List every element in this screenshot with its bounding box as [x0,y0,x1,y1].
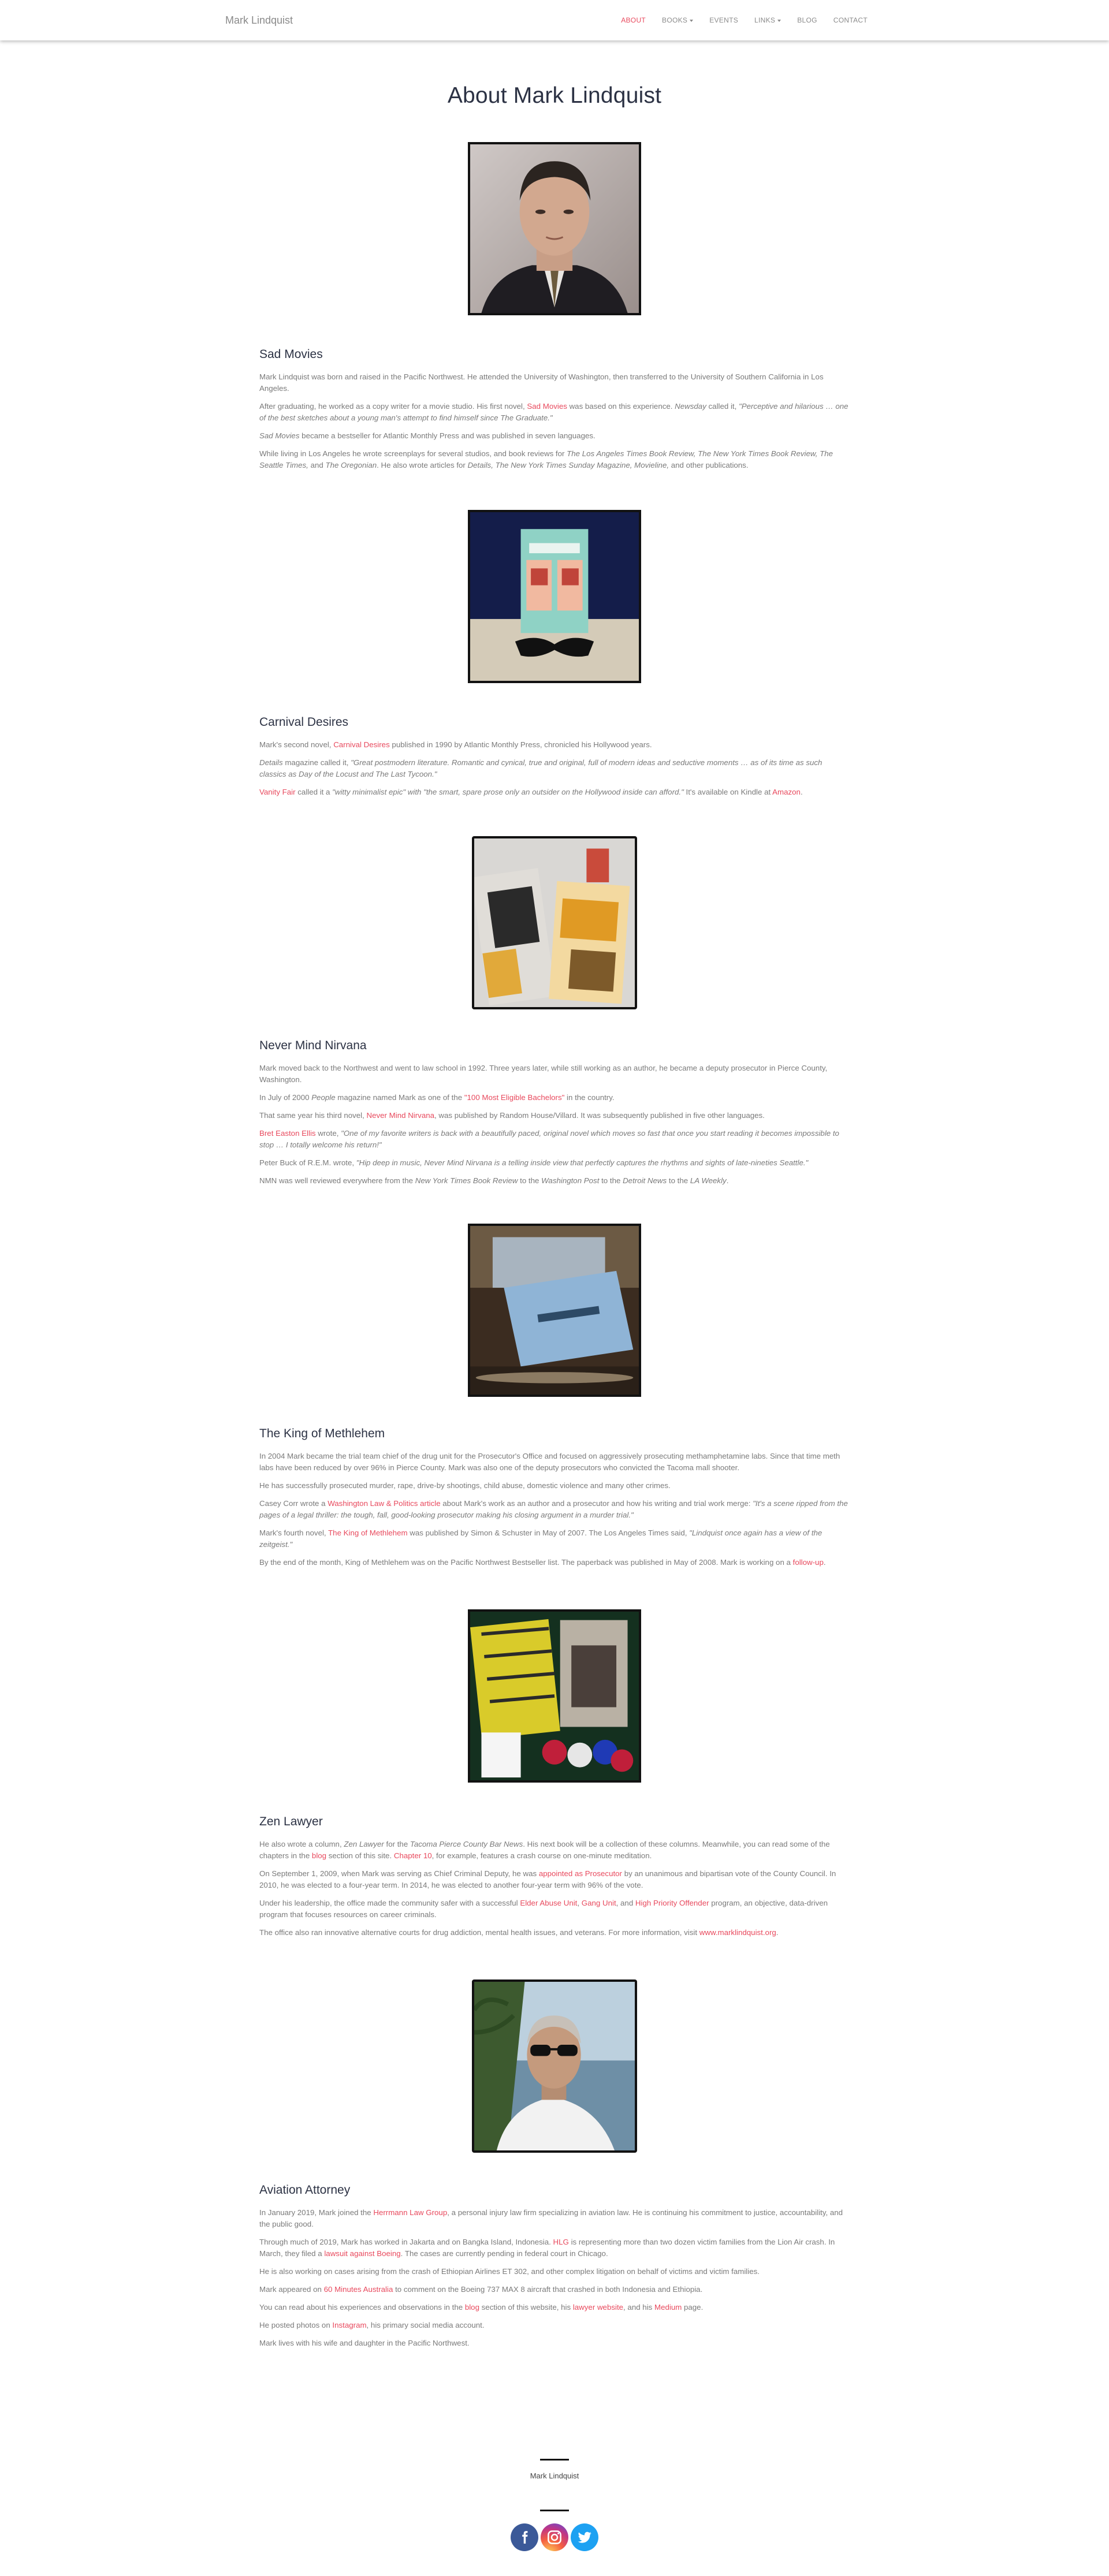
footer-divider [540,2510,569,2511]
paragraph: Mark lives with his wife and daughter in… [259,2338,470,2347]
sunglasses-portrait-photo [472,1979,637,2153]
instagram-icon[interactable] [541,2523,568,2551]
lawsuit-against-boeing-link[interactable]: lawsuit against Boeing [324,2249,400,2258]
nav-item-links[interactable]: LINKS [746,15,789,26]
nav-item-books[interactable]: BOOKS [654,15,701,26]
paragraph: Under his leadership, the office made th… [259,1898,828,1919]
paragraph: Mark appeared on 60 Minutes Australia to… [259,2284,703,2294]
paragraph: Bret Easton Ellis wrote, "One of my favo… [259,1128,839,1149]
paragraph: Mark moved back to the Northwest and wen… [259,1063,828,1084]
appointed-prosecutor-link[interactable]: appointed as Prosecutor [539,1869,622,1878]
paragraph: He is also working on cases arising from… [259,2266,760,2276]
instagram-link[interactable]: Instagram [332,2321,366,2329]
chapter-10-link[interactable]: Chapter 10 [394,1851,432,1860]
section-heading: Sad Movies [259,348,323,361]
never-mind-nirvana-photo [468,1224,641,1397]
section-heading: Aviation Attorney [259,2183,351,2197]
law-politics-article-link[interactable]: Washington Law & Politics article [328,1499,440,1508]
sad-movies-display-photo [468,510,641,683]
brand-link[interactable]: Mark Lindquist [225,13,293,29]
main-nav: ABOUT BOOKS EVENTS LINKS BLOG CONTACT [613,15,876,26]
nav-item-links-label: LINKS [754,16,776,24]
never-mind-nirvana-link[interactable]: Never Mind Nirvana [367,1111,435,1120]
hlg-link[interactable]: HLG [553,2238,569,2246]
section-aviation-attorney: Aviation Attorney In January 2019, Mark … [259,2181,850,2355]
section-king-of-methlehem: The King of Methlehem In 2004 Mark becam… [259,1425,850,1575]
nav-item-events[interactable]: EVENTS [701,15,746,26]
methlehem-books-photo [468,1609,641,1783]
paragraph: He posted photos on Instagram, his prima… [259,2320,485,2329]
portrait-photo [468,142,641,315]
section-heading: Never Mind Nirvana [259,1039,367,1052]
paragraph: On September 1, 2009, when Mark was serv… [259,1869,836,1889]
nav-item-contact[interactable]: CONTACT [825,15,876,26]
paragraph: After graduating, he worked as a copy wr… [259,401,849,422]
eligible-bachelors-link[interactable]: "100 Most Eligible Bachelors" [464,1093,565,1102]
paragraph: He also wrote a column, Zen Lawyer for t… [259,1839,830,1860]
paragraph: Mark's second novel, Carnival Desires pu… [259,740,652,749]
gang-unit-link[interactable]: Gang Unit [582,1899,616,1907]
section-heading: The King of Methlehem [259,1427,385,1440]
chevron-down-icon [777,19,781,22]
paragraph: Details magazine called it, "Great postm… [259,758,823,778]
king-of-methlehem-link[interactable]: The King of Methlehem [328,1529,407,1537]
paragraph: He has successfully prosecuted murder, r… [259,1481,671,1490]
paragraph: Peter Buck of R.E.M. wrote, "Hip deep in… [259,1158,809,1167]
paragraph: In January 2019, Mark joined the Herrman… [259,2208,843,2228]
paragraph: Vanity Fair called it a "witty minimalis… [259,787,803,796]
paragraph: You can read about his experiences and o… [259,2302,704,2312]
nav-item-about[interactable]: ABOUT [613,15,654,26]
sixty-minutes-link[interactable]: 60 Minutes Australia [324,2285,393,2294]
paragraph: In 2004 Mark became the trial team chief… [259,1451,840,1472]
top-navbar: Mark Lindquist ABOUT BOOKS EVENTS LINKS … [0,0,1109,40]
facebook-icon[interactable] [511,2523,538,2551]
marklindquist-org-link[interactable]: www.marklindquist.org [699,1928,776,1937]
lawyer-website-link[interactable]: lawyer website [573,2303,623,2312]
paragraph: Mark's fourth novel, The King of Methleh… [259,1528,823,1549]
paragraph: While living in Los Angeles he wrote scr… [259,449,833,469]
paragraph: Through much of 2019, Mark has worked in… [259,2237,835,2258]
nav-item-blog[interactable]: BLOG [789,15,825,26]
section-zen-lawyer: Zen Lawyer He also wrote a column, Zen L… [259,1813,850,1945]
paragraph: NMN was well reviewed everywhere from th… [259,1176,729,1185]
high-priority-offender-link[interactable]: High Priority Offender [635,1899,709,1907]
twitter-icon[interactable] [571,2523,598,2551]
chevron-down-icon [690,19,694,22]
sad-movies-link[interactable]: Sad Movies [527,402,567,411]
carnival-desires-link[interactable]: Carnival Desires [333,740,390,749]
paragraph: Casey Corr wrote a Washington Law & Poli… [259,1498,848,1519]
social-links [0,2523,1109,2551]
amazon-link[interactable]: Amazon [772,788,801,796]
bret-easton-ellis-link[interactable]: Bret Easton Ellis [259,1129,316,1138]
paragraph: The office also ran innovative alternati… [259,1928,779,1937]
paragraph: In July of 2000 People magazine named Ma… [259,1093,615,1102]
section-carnival-desires: Carnival Desires Mark's second novel, Ca… [259,713,850,804]
page-title: About Mark Lindquist [447,83,662,108]
elder-abuse-unit-link[interactable]: Elder Abuse Unit [520,1899,577,1907]
blog-link[interactable]: blog [465,2303,479,2312]
section-sad-movies: Sad Movies Mark Lindquist was born and r… [259,345,850,478]
section-heading: Carnival Desires [259,715,349,729]
section-heading: Zen Lawyer [259,1815,323,1828]
medium-link[interactable]: Medium [654,2303,682,2312]
vanity-fair-link[interactable]: Vanity Fair [259,788,296,796]
footer-divider [540,2459,569,2461]
paragraph: That same year his third novel, Never Mi… [259,1110,765,1120]
paragraph: Sad Movies became a bestseller for Atlan… [259,431,596,440]
paragraph: Mark Lindquist was born and raised in th… [259,372,824,393]
paragraph: By the end of the month, King of Methleh… [259,1557,826,1567]
herrmann-law-group-link[interactable]: Herrmann Law Group [373,2208,447,2217]
follow-up-link[interactable]: follow-up [793,1558,824,1567]
footer-name: Mark Lindquist [530,2471,579,2480]
nav-item-books-label: BOOKS [662,16,688,24]
blog-link[interactable]: blog [312,1851,326,1860]
section-never-mind-nirvana: Never Mind Nirvana Mark moved back to th… [259,1037,850,1193]
books-collage-photo [472,836,637,1009]
